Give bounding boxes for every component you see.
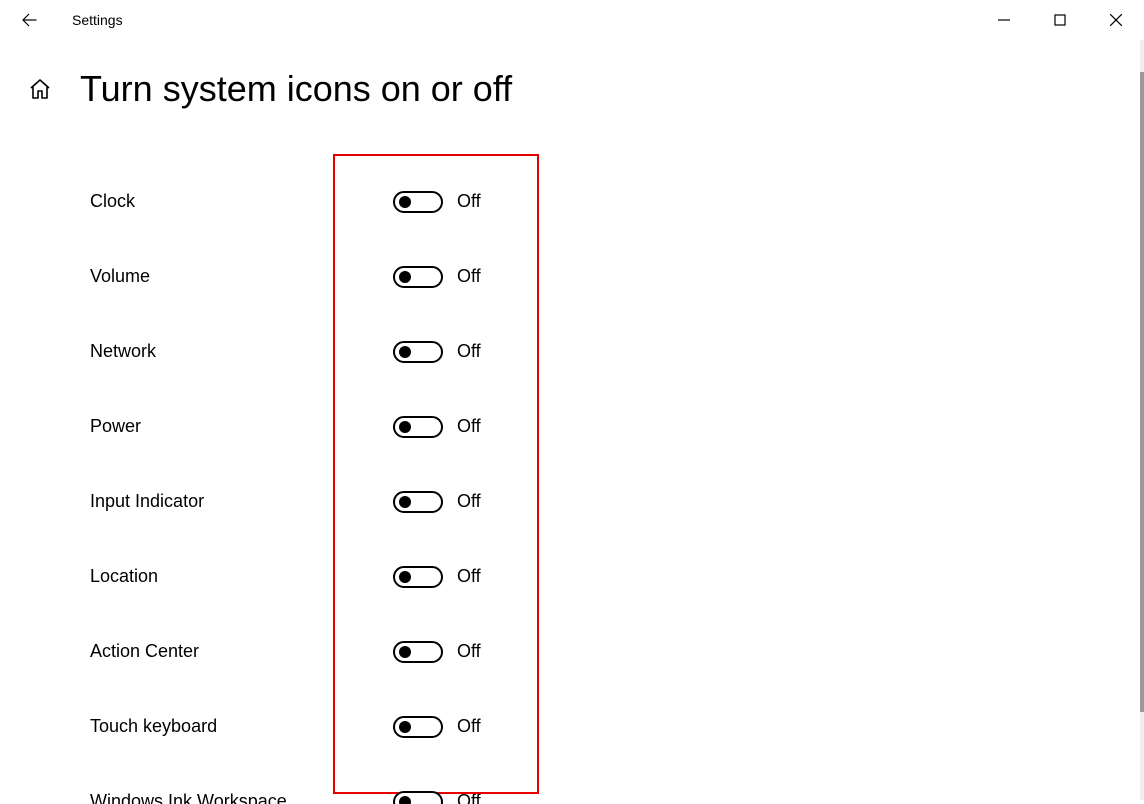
- settings-list: Clock Off Volume Off Network Off Power O…: [0, 164, 1144, 804]
- toggle-wrap: Off: [393, 416, 481, 438]
- setting-row-volume: Volume Off: [0, 239, 1144, 314]
- toggle-wrap: Off: [393, 491, 481, 513]
- toggle-status: Off: [457, 491, 481, 512]
- setting-row-location: Location Off: [0, 539, 1144, 614]
- toggle-wrap: Off: [393, 641, 481, 663]
- titlebar: Settings: [0, 0, 1144, 40]
- setting-label: Volume: [90, 266, 340, 287]
- setting-label: Power: [90, 416, 340, 437]
- maximize-icon: [1054, 14, 1066, 26]
- setting-row-power: Power Off: [0, 389, 1144, 464]
- toggle-input-indicator[interactable]: [393, 491, 443, 513]
- toggle-wrap: Off: [393, 341, 481, 363]
- back-button[interactable]: [20, 11, 38, 29]
- toggle-status: Off: [457, 191, 481, 212]
- setting-row-action-center: Action Center Off: [0, 614, 1144, 689]
- toggle-action-center[interactable]: [393, 641, 443, 663]
- toggle-status: Off: [457, 416, 481, 437]
- setting-label: Action Center: [90, 641, 340, 662]
- setting-label: Input Indicator: [90, 491, 340, 512]
- toggle-volume[interactable]: [393, 266, 443, 288]
- setting-label: Clock: [90, 191, 340, 212]
- home-icon: [28, 77, 52, 101]
- toggle-wrap: Off: [393, 791, 481, 804]
- toggle-status: Off: [457, 791, 481, 804]
- toggle-location[interactable]: [393, 566, 443, 588]
- close-icon: [1110, 14, 1122, 26]
- toggle-status: Off: [457, 266, 481, 287]
- toggle-clock[interactable]: [393, 191, 443, 213]
- maximize-button[interactable]: [1032, 0, 1088, 40]
- setting-row-touch-keyboard: Touch keyboard Off: [0, 689, 1144, 764]
- toggle-power[interactable]: [393, 416, 443, 438]
- toggle-windows-ink[interactable]: [393, 791, 443, 804]
- minimize-button[interactable]: [976, 0, 1032, 40]
- setting-row-windows-ink: Windows Ink Workspace Off: [0, 764, 1144, 804]
- caption-buttons: [976, 0, 1144, 40]
- header-row: Turn system icons on or off: [0, 68, 1144, 110]
- toggle-wrap: Off: [393, 566, 481, 588]
- toggle-status: Off: [457, 566, 481, 587]
- page-title: Turn system icons on or off: [80, 68, 512, 110]
- toggle-wrap: Off: [393, 716, 481, 738]
- setting-row-network: Network Off: [0, 314, 1144, 389]
- toggle-wrap: Off: [393, 191, 481, 213]
- toggle-wrap: Off: [393, 266, 481, 288]
- minimize-icon: [998, 14, 1010, 26]
- arrow-left-icon: [20, 11, 38, 29]
- toggle-touch-keyboard[interactable]: [393, 716, 443, 738]
- setting-label: Network: [90, 341, 340, 362]
- setting-label: Location: [90, 566, 340, 587]
- app-title: Settings: [72, 12, 123, 28]
- toggle-status: Off: [457, 641, 481, 662]
- scrollbar-thumb[interactable]: [1140, 72, 1144, 712]
- setting-row-clock: Clock Off: [0, 164, 1144, 239]
- home-button[interactable]: [28, 77, 52, 101]
- close-button[interactable]: [1088, 0, 1144, 40]
- setting-row-input-indicator: Input Indicator Off: [0, 464, 1144, 539]
- toggle-status: Off: [457, 341, 481, 362]
- toggle-network[interactable]: [393, 341, 443, 363]
- titlebar-left: Settings: [20, 11, 123, 29]
- toggle-status: Off: [457, 716, 481, 737]
- setting-label: Touch keyboard: [90, 716, 340, 737]
- setting-label: Windows Ink Workspace: [90, 791, 340, 804]
